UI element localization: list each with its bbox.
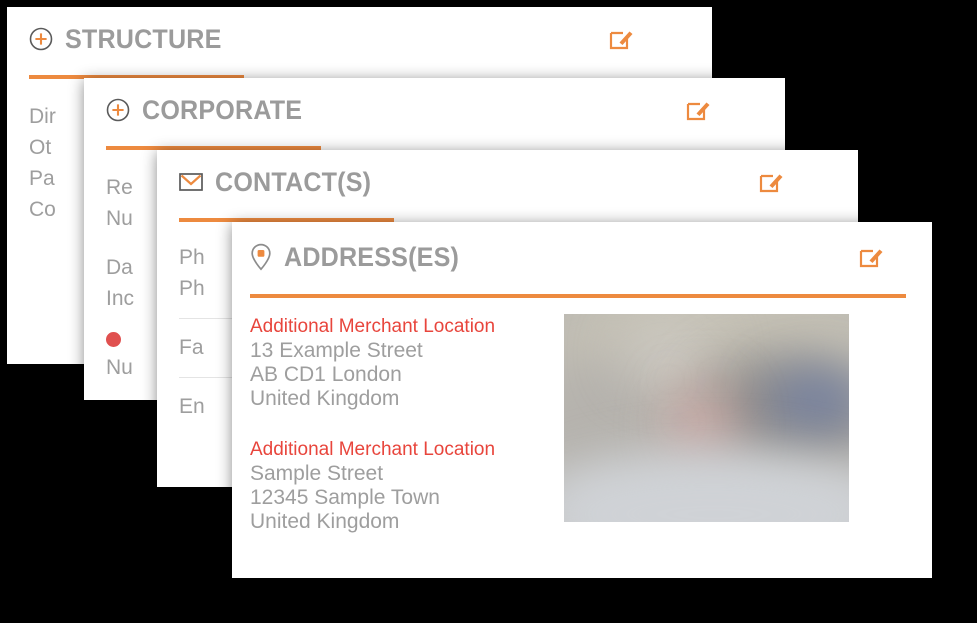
card-contacts-header: CONTACT(S) bbox=[157, 150, 858, 222]
address-line-2: 12345 Sample Town bbox=[250, 486, 440, 509]
address-line-1: 13 Example Street bbox=[250, 339, 423, 362]
address-line-1: Sample Street bbox=[250, 462, 384, 485]
address-line-2: AB CD1 London bbox=[250, 363, 402, 386]
envelope-icon[interactable] bbox=[179, 172, 203, 192]
location-pin-icon[interactable] bbox=[250, 243, 272, 271]
map-thumbnail[interactable] bbox=[564, 314, 849, 522]
edit-pencil-icon[interactable] bbox=[858, 244, 884, 270]
plus-circle-icon[interactable] bbox=[106, 98, 130, 122]
card-corporate-title: CORPORATE bbox=[142, 94, 303, 125]
edit-pencil-icon[interactable] bbox=[608, 26, 634, 52]
card-structure-title: STRUCTURE bbox=[65, 23, 222, 54]
address-label: Additional Merchant Location bbox=[250, 439, 496, 460]
address-label: Additional Merchant Location bbox=[250, 316, 496, 337]
status-dot-red bbox=[106, 332, 121, 347]
cards-stage: STRUCTURE Dir Ot Pa Co CORPORATE Re Nu D… bbox=[0, 0, 977, 623]
address-line-3: United Kingdom bbox=[250, 387, 400, 410]
edit-pencil-icon[interactable] bbox=[758, 169, 784, 195]
card-contacts-title: CONTACT(S) bbox=[215, 166, 372, 197]
card-addresses[interactable]: ADDRESS(ES) Additional Merchant Location… bbox=[232, 222, 932, 578]
address-entry: Additional Merchant Location Sample Stre… bbox=[250, 437, 540, 534]
plus-circle-icon[interactable] bbox=[29, 27, 53, 51]
card-structure-header: STRUCTURE bbox=[7, 7, 712, 79]
card-corporate-header: CORPORATE bbox=[84, 78, 785, 150]
card-addresses-accent-underline bbox=[250, 294, 906, 298]
card-addresses-body: Additional Merchant Location 13 Example … bbox=[232, 292, 932, 560]
card-addresses-header: ADDRESS(ES) bbox=[232, 222, 932, 298]
edit-pencil-icon[interactable] bbox=[685, 97, 711, 123]
address-list: Additional Merchant Location 13 Example … bbox=[250, 314, 540, 560]
address-line-3: United Kingdom bbox=[250, 510, 400, 533]
card-addresses-title: ADDRESS(ES) bbox=[284, 241, 460, 272]
address-entry: Additional Merchant Location 13 Example … bbox=[250, 314, 540, 411]
